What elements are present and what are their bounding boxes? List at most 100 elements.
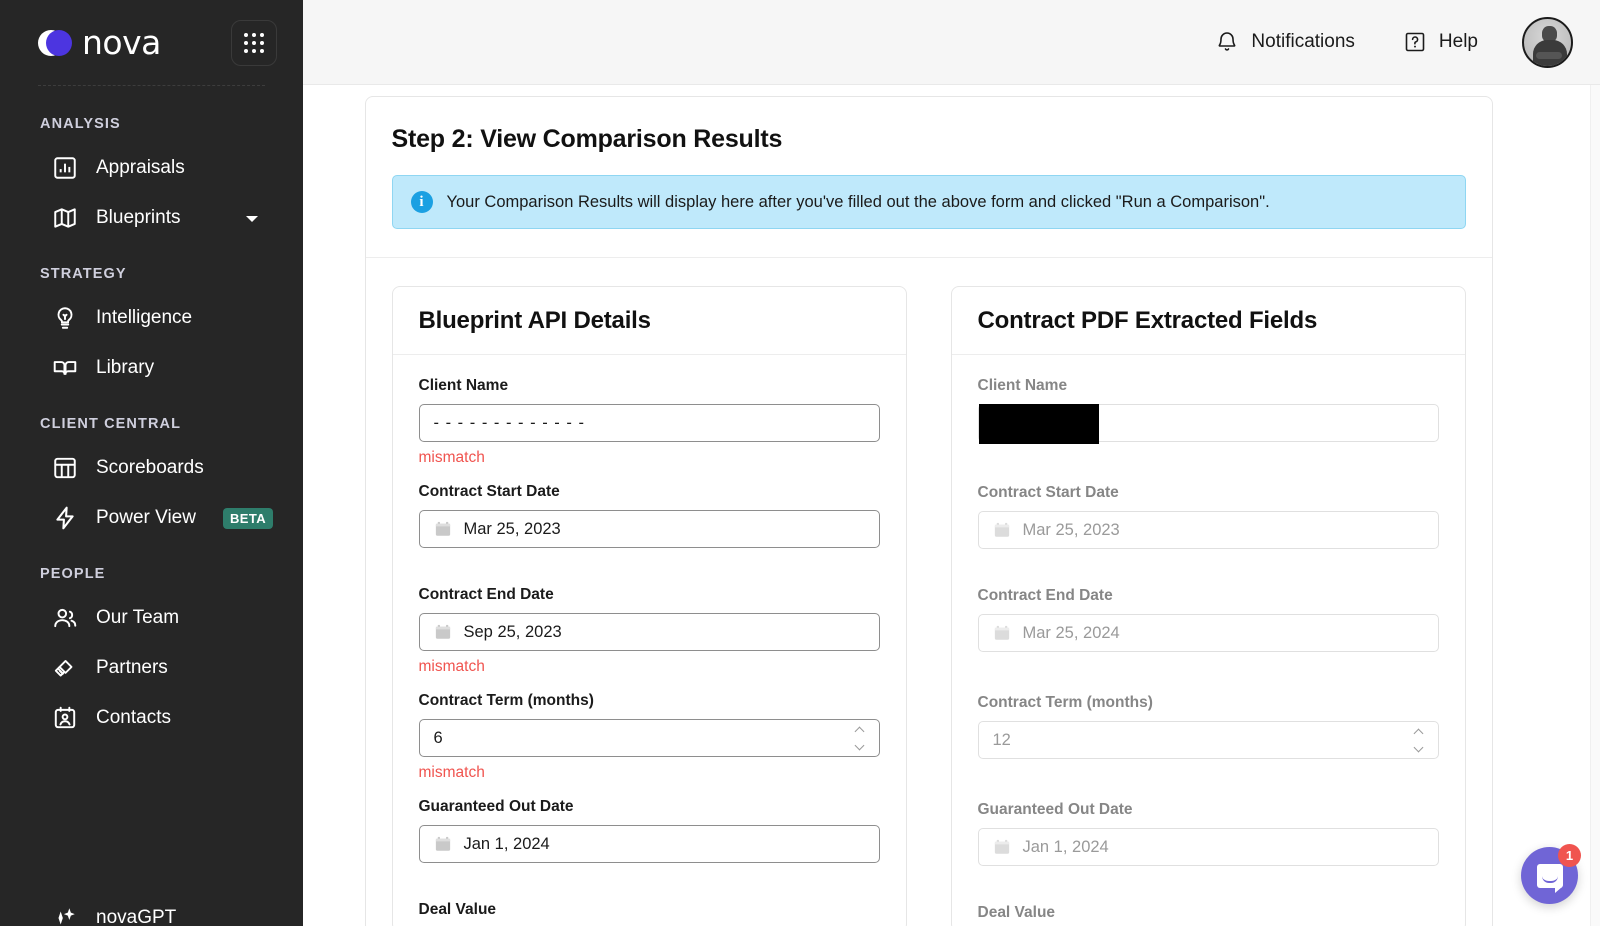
sidebar-item-label: Appraisals (96, 157, 185, 179)
mismatch-label: mismatch (419, 764, 880, 782)
contract-end-date-input[interactable]: Sep 25, 2023 (419, 613, 880, 651)
sidebar-section-client-central: CLIENT CENTRAL Scoreboards Pow (0, 416, 303, 540)
field-guaranteed-out-date: Guaranteed Out Date (419, 798, 880, 863)
field-contract-term: Contract Term (months) 12 (978, 694, 1439, 759)
calendar-icon (434, 623, 452, 641)
field-label: Client Name (978, 377, 1439, 395)
field-deal-value: Deal Value (978, 904, 1439, 922)
top-bar: Notifications Help (303, 0, 1600, 85)
field-label: Guaranteed Out Date (419, 798, 880, 816)
question-box-icon (1403, 30, 1427, 54)
sidebar-item-novagpt[interactable]: novaGPT (0, 896, 200, 926)
calendar-icon (993, 838, 1011, 856)
sidebar-section-title: ANALYSIS (0, 116, 303, 132)
vertical-scrollbar[interactable] (1590, 85, 1600, 926)
field-label: Contract Start Date (419, 483, 880, 501)
sidebar-item-label: Contacts (96, 707, 171, 729)
book-open-icon (52, 355, 78, 381)
sidebar-divider (38, 85, 265, 86)
bell-icon (1215, 30, 1239, 54)
contract-start-date-input[interactable]: Mar 25, 2023 (978, 511, 1439, 549)
sidebar-item-label: Partners (96, 657, 168, 679)
panel-title: Contract PDF Extracted Fields (978, 307, 1439, 335)
contract-term-input[interactable]: 12 (978, 721, 1439, 759)
contact-card-icon (52, 705, 78, 731)
chat-bubble-icon (1537, 864, 1563, 888)
handshake-icon (52, 655, 78, 681)
mismatch-label: mismatch (419, 449, 880, 467)
sidebar-item-label: Library (96, 357, 154, 379)
sidebar-item-blueprints[interactable]: Blueprints (0, 196, 303, 240)
panel-body: Client Name Contract Start Date (952, 355, 1465, 922)
guaranteed-out-date-input[interactable]: Jan 1, 2024 (419, 825, 880, 863)
help-button[interactable]: Help (1403, 30, 1478, 54)
sidebar-section-people: PEOPLE Our Team (0, 566, 303, 740)
notifications-label: Notifications (1251, 31, 1355, 53)
sidebar-item-intelligence[interactable]: Intelligence (0, 296, 303, 340)
calendar-icon (993, 624, 1011, 642)
contract-term-input[interactable]: 6 (419, 719, 880, 757)
field-deal-value: Deal Value (419, 901, 880, 919)
field-contract-end-date: Contract End Date (419, 586, 880, 676)
field-client-name: Client Name - - - - - - - - - - - - - mi… (419, 377, 880, 467)
quantity-stepper[interactable] (855, 727, 866, 749)
info-banner-text: Your Comparison Results will display her… (447, 193, 1270, 212)
field-guaranteed-out-date: Guaranteed Out Date (978, 801, 1439, 866)
client-name-value: - - - - - - - - - - - - - (434, 414, 585, 433)
table-icon (52, 455, 78, 481)
client-name-input[interactable]: - - - - - - - - - - - - - (419, 404, 880, 442)
field-contract-term: Contract Term (months) 6 mismatch (419, 692, 880, 782)
field-client-name: Client Name (978, 377, 1439, 442)
main-area: Notifications Help Step 2: View (303, 0, 1600, 926)
contract-term-value: 12 (993, 731, 1011, 750)
sidebar-item-our-team[interactable]: Our Team (0, 596, 303, 640)
sidebar-item-partners[interactable]: Partners (0, 646, 303, 690)
calendar-icon (993, 521, 1011, 539)
contract-start-date-value: Mar 25, 2023 (1023, 521, 1120, 540)
panel-body: Client Name - - - - - - - - - - - - - mi… (393, 355, 906, 919)
users-icon (52, 605, 78, 631)
guaranteed-out-date-input[interactable]: Jan 1, 2024 (978, 828, 1439, 866)
nova-logo-mark (38, 28, 72, 58)
sidebar-section-title: CLIENT CENTRAL (0, 416, 303, 432)
guaranteed-out-date-value: Jan 1, 2024 (464, 835, 550, 854)
panel-title: Blueprint API Details (419, 307, 880, 335)
chat-unread-badge: 1 (1558, 844, 1581, 867)
chevron-down-icon[interactable] (246, 216, 258, 222)
sidebar-item-scoreboards[interactable]: Scoreboards (0, 446, 303, 490)
chat-widget-button[interactable]: 1 (1521, 847, 1578, 904)
sidebar-section-title: STRATEGY (0, 266, 303, 282)
sidebar-section-strategy: STRATEGY Intelligence (0, 266, 303, 390)
lightning-bolt-icon (52, 505, 78, 531)
bar-chart-icon (52, 155, 78, 181)
notifications-button[interactable]: Notifications (1215, 30, 1355, 54)
field-label: Contract End Date (419, 586, 880, 604)
panel-header: Blueprint API Details (393, 287, 906, 355)
avatar[interactable] (1522, 17, 1573, 68)
nova-logo[interactable]: nova (38, 26, 161, 59)
field-label: Contract End Date (978, 587, 1439, 605)
field-label: Deal Value (978, 904, 1439, 922)
field-label: Contract Term (months) (978, 694, 1439, 712)
sidebar-item-contacts[interactable]: Contacts (0, 696, 303, 740)
field-contract-start-date: Contract Start Date (978, 484, 1439, 549)
beta-badge: BETA (223, 508, 273, 529)
contract-pdf-panel: Contract PDF Extracted Fields Client Nam… (951, 286, 1466, 926)
grid-apps-icon[interactable] (231, 20, 277, 66)
client-name-input[interactable] (978, 404, 1439, 442)
sidebar-item-appraisals[interactable]: Appraisals (0, 146, 303, 190)
help-label: Help (1439, 31, 1478, 53)
contract-end-date-input[interactable]: Mar 25, 2024 (978, 614, 1439, 652)
sidebar-item-power-view[interactable]: Power View BETA (0, 496, 303, 540)
sidebar-item-label: Power View (96, 507, 196, 529)
contract-start-date-input[interactable]: Mar 25, 2023 (419, 510, 880, 548)
nova-logo-text: nova (82, 26, 161, 59)
sidebar-item-library[interactable]: Library (0, 346, 303, 390)
quantity-stepper[interactable] (1414, 729, 1425, 751)
page-title: Step 2: View Comparison Results (392, 125, 1466, 154)
lightbulb-icon (52, 305, 78, 331)
mismatch-label: mismatch (419, 658, 880, 676)
contract-end-date-value: Mar 25, 2024 (1023, 624, 1120, 643)
redaction-box (979, 404, 1099, 444)
sidebar: nova ANALYSIS Appraisals (0, 0, 303, 926)
